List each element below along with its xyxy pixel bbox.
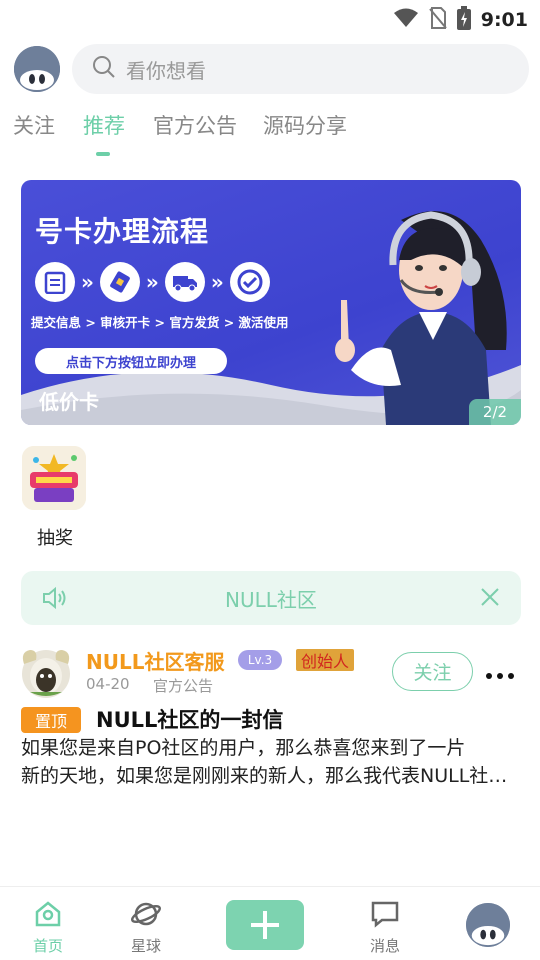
post-date: 04-20 [86, 675, 130, 693]
tab-indicator [96, 152, 110, 156]
header: 看你想看 [0, 44, 540, 96]
quick-entry-lottery[interactable]: 抽奖 [22, 446, 88, 550]
follow-button[interactable]: 关注 [392, 652, 473, 691]
clipboard-icon [35, 262, 75, 302]
banner-steps-caption: 提交信息 > 审核开卡 > 官方发货 > 激活使用 [31, 315, 289, 330]
nav-home[interactable]: 首页 [8, 899, 88, 956]
close-icon[interactable] [479, 586, 501, 612]
tab-source-share[interactable]: 源码分享 [263, 110, 347, 140]
sim-card-icon [99, 262, 140, 302]
step-arrow-icon: » [81, 270, 94, 294]
role-badge: 创始人 [296, 649, 354, 671]
tab-follow[interactable]: 关注 [13, 110, 55, 140]
bottom-nav: 首页 星球 消息 [0, 886, 540, 960]
message-icon [371, 901, 399, 928]
banner-steps: » » » [35, 262, 270, 302]
search-placeholder: 看你想看 [126, 58, 206, 83]
battery-icon [456, 6, 471, 34]
user-avatar[interactable] [14, 46, 60, 92]
check-circle-icon [229, 262, 270, 302]
avatar-face-icon [466, 903, 510, 947]
notice-bar[interactable]: NULL社区 [21, 571, 521, 625]
quick-entry-label: 抽奖 [37, 528, 73, 549]
search-input[interactable]: 看你想看 [72, 44, 529, 94]
planet-icon [130, 902, 162, 926]
nav-planet[interactable]: 星球 [106, 899, 186, 956]
banner-page-indicator: 2/2 [469, 399, 521, 425]
nav-messages-label: 消息 [369, 937, 400, 955]
search-icon [92, 55, 116, 83]
post-body[interactable]: 如果您是来自PO社区的用户，那么恭喜您来到了一片 新的天地，如果您是刚刚来的新人… [21, 734, 521, 790]
level-badge: Lv.3 [238, 650, 282, 670]
step-arrow-icon: » [145, 270, 159, 294]
nav-home-label: 首页 [32, 937, 63, 955]
post-title[interactable]: NULL社区的一封信 [96, 704, 283, 734]
more-options-icon[interactable] [484, 666, 516, 679]
notice-text: NULL社区 [225, 588, 317, 612]
no-sim-icon [428, 7, 447, 33]
step-arrow-icon: » [210, 270, 224, 294]
plus-icon [251, 911, 279, 939]
banner-cta-button[interactable]: 点击下方按钮立即办理 [35, 348, 227, 374]
tab-official-notice[interactable]: 官方公告 [153, 110, 237, 140]
banner-title: 号卡办理流程 [35, 215, 210, 248]
banner-label: 低价卡 [39, 390, 99, 414]
pinned-badge: 置顶 [21, 707, 81, 733]
wifi-icon [393, 7, 419, 33]
post-body-line: 如果您是来自PO社区的用户，那么恭喜您来到了一片 [21, 737, 466, 759]
add-post-button[interactable] [226, 900, 304, 950]
status-time: 9:01 [480, 9, 528, 31]
home-icon [35, 901, 61, 927]
nav-planet-label: 星球 [130, 937, 161, 955]
customer-service-illustration [335, 211, 507, 425]
post-card[interactable]: NULL社区客服 Lv.3 创始人 04-20 官方公告 关注 置顶 NULL社… [0, 640, 540, 790]
promo-banner[interactable]: 号卡办理流程 » » » 提交信息 > 审核开卡 > 官方发货 > 激活使用 点… [21, 180, 521, 425]
status-bar: 9:01 [0, 0, 540, 36]
delivery-truck-icon [164, 262, 205, 302]
post-author-name[interactable]: NULL社区客服 [86, 646, 224, 675]
lottery-icon [22, 446, 86, 510]
avatar-face-icon [14, 46, 60, 92]
category-tabs: 关注 推荐 官方公告 源码分享 [0, 110, 540, 160]
post-body-line: 新的天地，如果您是刚刚来的新人，那么我代表NULL社区欢迎您的到来 [21, 765, 521, 787]
nav-profile-avatar[interactable] [466, 903, 510, 947]
post-category[interactable]: 官方公告 [153, 675, 213, 696]
tab-recommend[interactable]: 推荐 [83, 110, 125, 140]
nav-messages[interactable]: 消息 [345, 899, 425, 956]
author-avatar[interactable] [16, 644, 76, 700]
status-icons: 9:01 [393, 6, 528, 34]
